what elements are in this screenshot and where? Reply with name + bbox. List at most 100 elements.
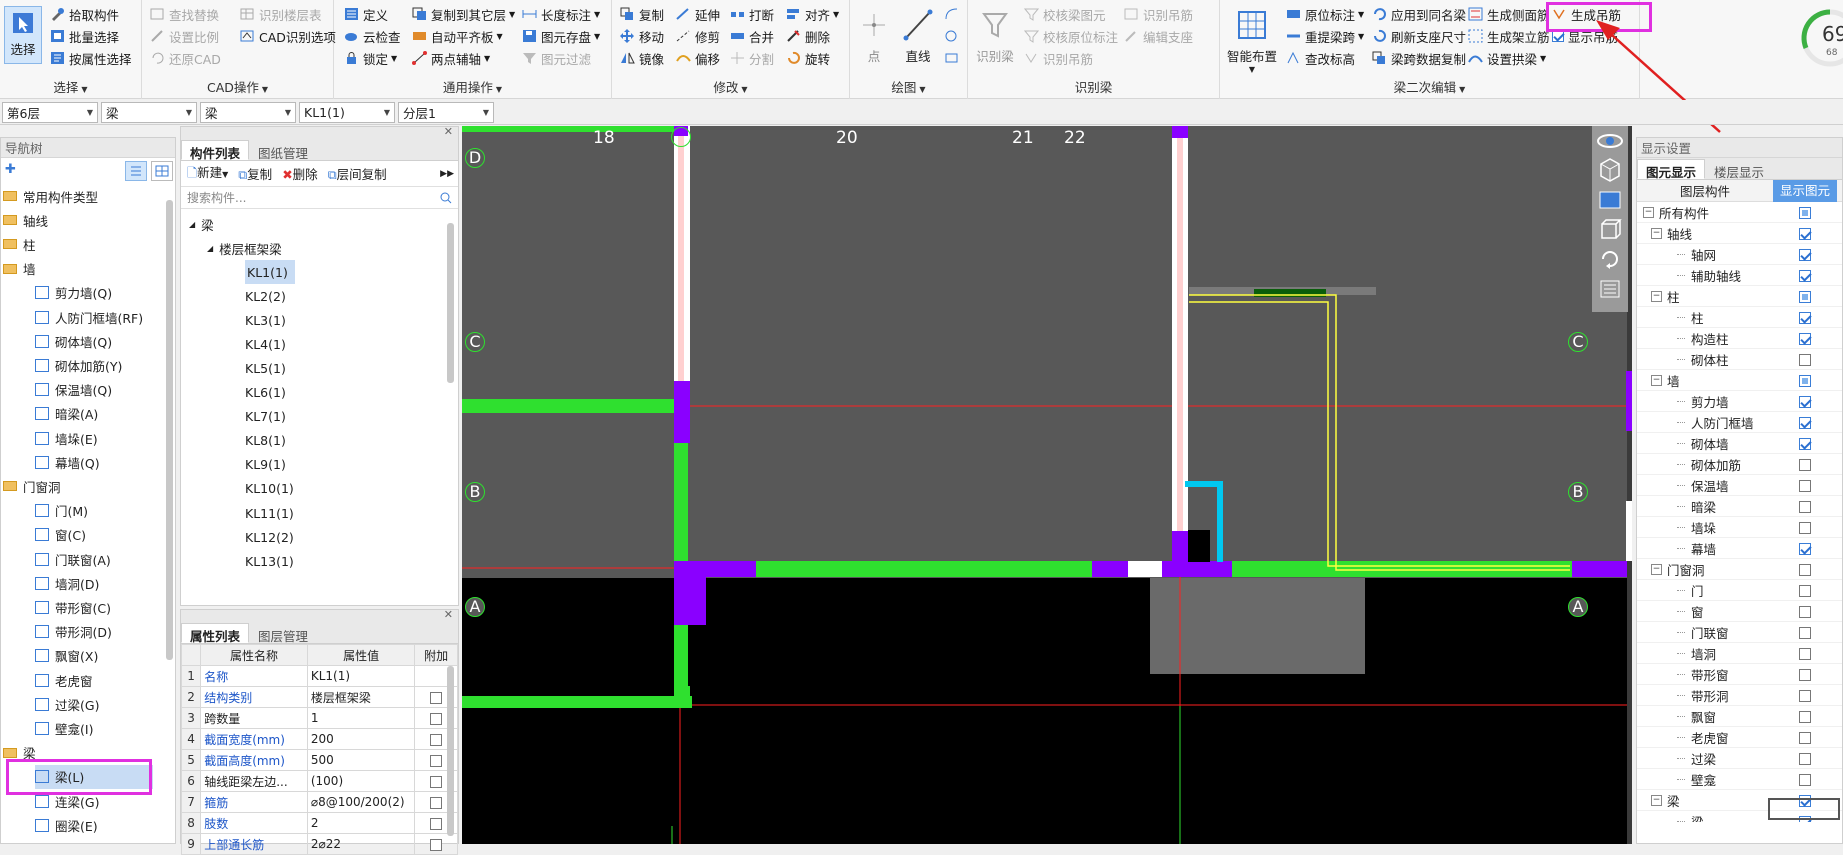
length-dimension-button[interactable]: 长度标注 ▼ [520, 4, 602, 24]
arc-tool-button[interactable] [942, 4, 965, 24]
nav-item[interactable]: 砌体墙(Q) [35, 329, 112, 353]
nav-item[interactable]: 保温墙(Q) [35, 378, 112, 402]
collapse-toggle-icon[interactable]: − [1651, 794, 1662, 806]
nav-item[interactable]: 幕墙(Q) [35, 450, 100, 474]
set-scale-button[interactable]: 设置比例 [148, 26, 221, 46]
collapse-toggle-icon[interactable]: − [1651, 374, 1662, 386]
prop-checkbox[interactable] [430, 691, 443, 704]
tree-frame-beam[interactable]: ◢ 楼层框架梁 [207, 236, 282, 260]
visible-checkbox[interactable] [1799, 249, 1811, 261]
generate-erection-bar-button[interactable]: 生成架立筋 [1466, 26, 1552, 46]
nav-scrollbar[interactable] [166, 200, 173, 660]
prop-value[interactable]: 1 [306, 707, 416, 729]
offset-button[interactable]: 偏移 [674, 48, 722, 68]
collapse-toggle-icon[interactable]: − [1651, 563, 1662, 575]
tree-root-beam[interactable]: ◢ 梁 [189, 212, 214, 236]
nav-item[interactable]: 过梁(G) [35, 692, 99, 716]
re-extract-span-button[interactable]: 重提梁跨 ▼ [1284, 26, 1366, 46]
layer-copy-button[interactable]: ⧉层间复制 [328, 164, 387, 183]
prop-checkbox[interactable] [430, 775, 443, 788]
prop-checkbox[interactable] [430, 754, 443, 767]
mirror-button[interactable]: 镜像 [618, 48, 666, 68]
draw-group-label[interactable]: 绘图 ▼ [850, 77, 967, 96]
collapse-toggle-icon[interactable]: − [1651, 227, 1662, 239]
visible-checkbox[interactable] [1799, 543, 1811, 555]
layer-combo[interactable]: 分层1 ▼ [398, 101, 494, 123]
type1-combo[interactable]: 梁 ▼ [101, 101, 197, 123]
edit-support-button[interactable]: 编辑支座 [1122, 26, 1195, 46]
component-item[interactable]: KL3(1) [245, 308, 286, 332]
rotate-button[interactable]: 旋转 [784, 48, 832, 68]
collapse-toggle-icon[interactable]: − [1651, 290, 1662, 302]
collapse-icon[interactable]: ◢ [189, 220, 195, 229]
prop-value[interactable]: 500 [306, 749, 416, 771]
visible-checkbox[interactable] [1799, 207, 1811, 219]
prop-checkbox[interactable] [430, 817, 443, 830]
component-item[interactable]: KL9(1) [245, 453, 286, 477]
nav-item[interactable]: 门窗洞 [3, 474, 61, 498]
identify-beam-button[interactable]: 识别梁 [970, 8, 1020, 65]
visible-checkbox[interactable] [1799, 648, 1811, 660]
property-row[interactable]: 3 跨数量 1 [180, 707, 458, 729]
common-ops-group-label[interactable]: 通用操作 ▼ [334, 77, 611, 96]
prop-value[interactable]: 楼层框架梁 [306, 686, 416, 708]
visible-checkbox[interactable] [1799, 711, 1811, 723]
visible-checkbox[interactable] [1799, 228, 1811, 240]
component-item[interactable]: KL2(2) [245, 284, 286, 308]
cad-options-button[interactable]: CAD识别选项 [238, 26, 338, 46]
prop-checkbox[interactable] [430, 838, 443, 851]
two-point-axis-button[interactable]: 两点辅轴 ▼ [410, 48, 492, 68]
visible-checkbox[interactable] [1799, 312, 1811, 324]
nav-item[interactable]: 常用构件类型 [3, 184, 98, 208]
nav-item[interactable]: 轴线 [3, 208, 48, 232]
cloud-check-button[interactable]: 云检查 [342, 26, 403, 46]
close-icon[interactable]: ✕ [444, 608, 453, 621]
rotate-view-icon[interactable] [1596, 246, 1624, 272]
copy-component-button[interactable]: ⧉复制 [238, 164, 272, 183]
nav-item[interactable]: 带形窗(C) [35, 595, 111, 619]
rect-tool-button[interactable] [942, 48, 965, 68]
identify-hanger-bar-button[interactable]: 识别吊筋 [1022, 48, 1095, 68]
grid-view-icon[interactable] [151, 161, 173, 181]
align-button[interactable]: 对齐 ▼ [784, 4, 841, 24]
visible-checkbox[interactable] [1799, 669, 1811, 681]
delete-component-button[interactable]: ✖删除 [282, 164, 318, 183]
visible-checkbox[interactable] [1799, 585, 1811, 597]
visible-checkbox[interactable] [1799, 291, 1811, 303]
circle-tool-button[interactable] [942, 26, 965, 46]
3d-view-icon[interactable] [1596, 156, 1624, 182]
element-filter-button[interactable]: 图元过滤 [520, 48, 593, 68]
cad-group-label[interactable]: CAD操作 ▼ [142, 77, 333, 96]
component-search[interactable]: 搜索构件... [181, 187, 458, 209]
new-component-button[interactable]: 🗋新建▼ [187, 162, 228, 185]
property-row[interactable]: 1 名称 KL1(1) [180, 665, 458, 687]
find-replace-button[interactable]: 查找替换 [148, 4, 221, 24]
tab-drawing-manage[interactable]: 图纸管理 [249, 140, 317, 161]
nav-item[interactable]: 暗梁(A) [35, 402, 98, 426]
top-view-icon[interactable] [1596, 186, 1624, 212]
nav-item[interactable]: 人防门框墙(RF) [35, 305, 143, 329]
nav-item[interactable]: 带形洞(D) [35, 620, 112, 644]
trim-button[interactable]: 修剪 [674, 26, 722, 46]
nav-item[interactable]: 墙洞(D) [35, 571, 99, 595]
visible-checkbox[interactable] [1799, 501, 1811, 513]
nav-item[interactable]: 砌体加筋(Y) [35, 353, 122, 377]
collapse-icon[interactable]: ◢ [207, 244, 213, 253]
select-by-attribute-button[interactable]: 按属性选择 [48, 48, 134, 68]
identify-floor-table-button[interactable]: 识别楼层表 [238, 4, 324, 24]
component-item[interactable]: KL4(1) [245, 332, 286, 356]
visible-checkbox[interactable] [1799, 333, 1811, 345]
copy-to-other-floor-button[interactable]: 复制到其它层 ▼ [410, 4, 517, 24]
visible-checkbox[interactable] [1799, 270, 1811, 282]
nav-item[interactable]: 飘窗(X) [35, 644, 98, 668]
split-button[interactable]: 分割 [728, 48, 776, 68]
visible-checkbox[interactable] [1799, 690, 1811, 702]
delete-button[interactable]: 删除 [784, 26, 832, 46]
nav-item[interactable]: 老虎窗 [35, 668, 93, 692]
visible-checkbox[interactable] [1799, 417, 1811, 429]
check-beam-element-button[interactable]: 校核梁图元 [1022, 4, 1108, 24]
component-item[interactable]: KL10(1) [245, 477, 294, 501]
component-item[interactable]: KL12(2) [245, 525, 294, 549]
component-item[interactable]: KL8(1) [245, 429, 286, 453]
visible-checkbox[interactable] [1799, 564, 1811, 576]
